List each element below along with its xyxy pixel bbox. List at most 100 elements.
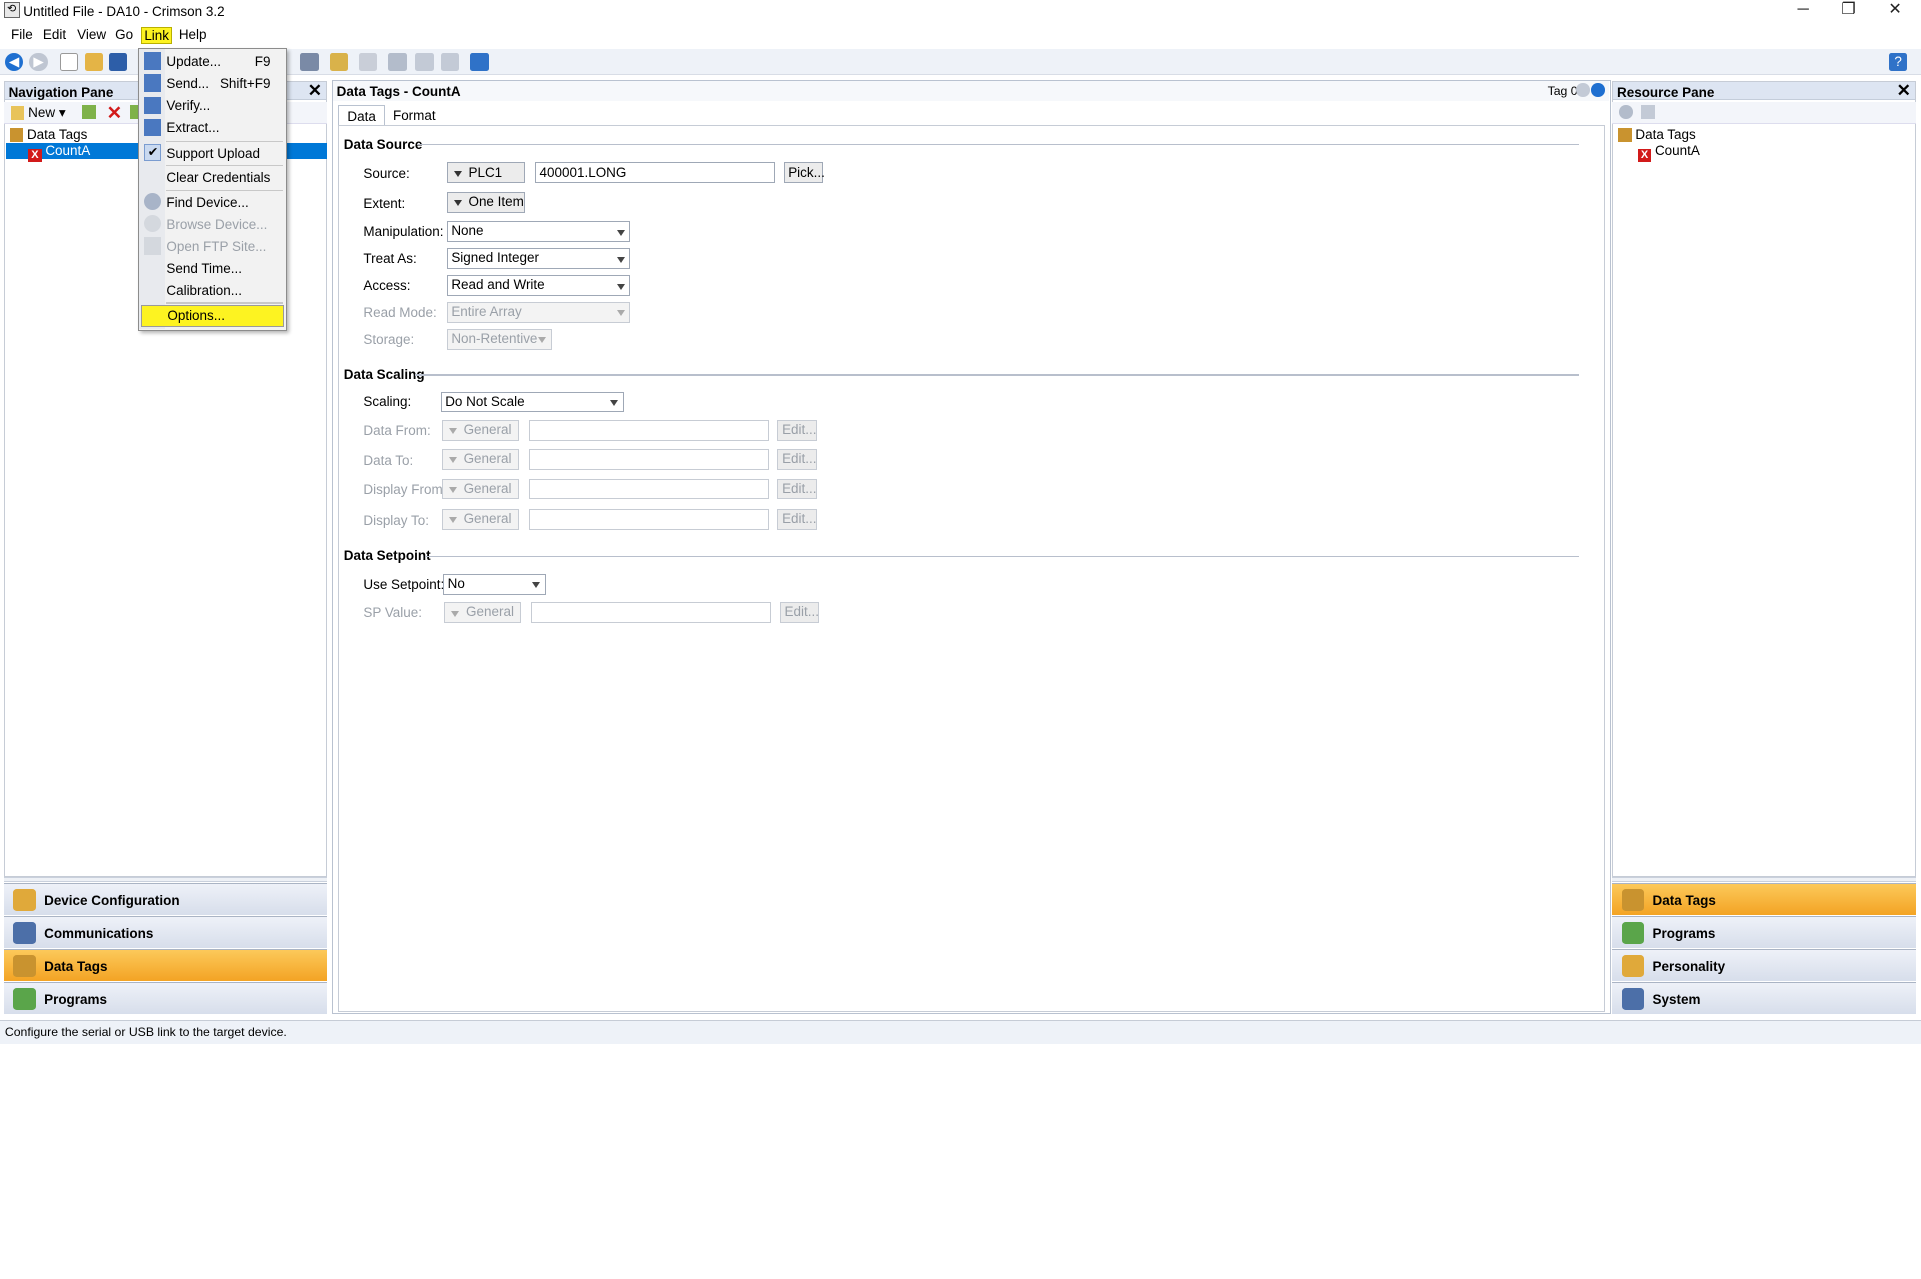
add-folder-icon[interactable]	[82, 105, 96, 119]
toolbar-find-icon[interactable]	[415, 52, 434, 72]
display-from-type-button[interactable]: General	[441, 478, 519, 500]
forward-icon[interactable]: ▶	[29, 52, 48, 72]
data-tab-panel: Data Source Source: PLC1 400001.LONG Pic…	[337, 124, 1605, 1012]
nav-category-communications[interactable]: Communications	[3, 916, 328, 949]
menu-go[interactable]: Go	[113, 27, 136, 42]
resource-tree-root[interactable]: Data Tags	[1618, 127, 1696, 142]
nav-category-programs[interactable]: Programs	[3, 982, 328, 1015]
section-divider	[414, 374, 1579, 376]
prev-tag-icon[interactable]	[1576, 83, 1590, 97]
save-icon[interactable]	[109, 52, 128, 72]
tab-data[interactable]: Data	[337, 105, 386, 125]
data-to-type-button[interactable]: General	[441, 449, 519, 470]
toolbar-device-icon[interactable]	[329, 52, 348, 72]
resource-category-label: Data Tags	[1652, 892, 1716, 908]
menu-item-update[interactable]: Update... F9	[139, 50, 285, 72]
display-to-type-button[interactable]: General	[441, 509, 519, 530]
back-icon[interactable]: ◀	[4, 52, 24, 72]
source-device-button[interactable]: PLC1	[446, 162, 526, 184]
treat-as-select[interactable]: Signed Integer	[446, 248, 631, 270]
nav-category-device-configuration[interactable]: Device Configuration	[3, 883, 328, 916]
access-select[interactable]: Read and Write	[446, 275, 631, 296]
resource-search-icon[interactable]	[1619, 105, 1633, 119]
menu-help[interactable]: Help	[176, 27, 209, 42]
menu-file[interactable]: File	[9, 27, 36, 42]
sp-value-type-button[interactable]: General	[444, 602, 522, 624]
open-folder-icon[interactable]	[84, 52, 103, 72]
manipulation-select[interactable]: None	[446, 221, 631, 243]
resource-category-programs[interactable]: Programs	[1612, 916, 1916, 949]
resource-tree-item-label: CountA	[1654, 143, 1700, 159]
storage-select[interactable]: Non-Retentive	[446, 329, 552, 350]
nav-category-label: Communications	[44, 925, 154, 941]
read-mode-select[interactable]: Entire Array	[446, 302, 631, 323]
data-from-field[interactable]	[528, 419, 769, 441]
menu-item-verify[interactable]: Verify...	[139, 94, 285, 116]
display-from-edit-button[interactable]: Edit...	[777, 478, 817, 500]
display-to-edit-button[interactable]: Edit...	[777, 509, 817, 530]
resource-category-data-tags[interactable]: Data Tags	[1612, 883, 1916, 916]
sp-value-field[interactable]	[531, 602, 772, 624]
menu-item-support-upload[interactable]: ✔ Support Upload	[139, 142, 285, 164]
nav-category-label: Data Tags	[44, 958, 108, 974]
data-from-type-button[interactable]: General	[441, 419, 519, 441]
menu-edit[interactable]: Edit	[40, 27, 68, 42]
use-setpoint-select[interactable]: No	[442, 574, 546, 595]
toolbar-search-icon[interactable]	[388, 52, 407, 72]
resource-category-personality[interactable]: Personality	[1612, 949, 1916, 982]
data-to-field[interactable]	[528, 449, 769, 470]
pick-button[interactable]: Pick...	[783, 162, 825, 184]
resource-splitter[interactable]	[1612, 877, 1916, 882]
new-item-button[interactable]: New ▾	[11, 105, 66, 121]
resource-filter-icon[interactable]	[1641, 105, 1655, 119]
next-tag-icon[interactable]	[1591, 83, 1605, 97]
tab-format[interactable]: Format	[384, 105, 444, 125]
menu-item-find-device[interactable]: Find Device...	[139, 191, 285, 213]
menu-item-clear-credentials[interactable]: Clear Credentials	[139, 166, 285, 188]
nav-tree-root[interactable]: Data Tags	[9, 127, 88, 143]
menu-item-send-time[interactable]: Send Time...	[139, 257, 285, 279]
menu-item-label: Update...	[166, 53, 222, 69]
nav-tree-root-label: Data Tags	[26, 127, 88, 143]
help-icon[interactable]: ?	[1888, 52, 1908, 72]
extent-button[interactable]: One Item	[446, 191, 526, 213]
access-label: Access:	[363, 277, 411, 293]
data-from-edit-button[interactable]: Edit...	[777, 419, 817, 441]
display-from-field[interactable]	[528, 478, 769, 500]
app-window: ⟲ Untitled File - DA10 - Crimson 3.2 ─ ❐…	[0, 0, 1921, 1044]
toolbar-replace-icon[interactable]	[441, 52, 460, 72]
resource-category-system[interactable]: System	[1612, 982, 1916, 1015]
delete-icon[interactable]: ✕	[107, 102, 122, 124]
menu-item-open-ftp-site[interactable]: Open FTP Site...	[139, 235, 285, 257]
tag-index: Tag 0	[1547, 84, 1578, 99]
scaling-select[interactable]: Do Not Scale	[440, 391, 625, 413]
source-address-field[interactable]: 400001.LONG	[534, 162, 775, 184]
menu-item-send[interactable]: Send... Shift+F9	[139, 72, 285, 94]
close-window-button[interactable]: ✕	[1872, 0, 1919, 22]
tag-index-label: Tag 0	[1548, 84, 1578, 98]
sp-value-edit-button[interactable]: Edit...	[779, 602, 820, 624]
data-to-edit-button[interactable]: Edit...	[777, 449, 817, 470]
menu-item-extract[interactable]: Extract...	[139, 116, 285, 138]
nav-splitter[interactable]	[3, 877, 328, 882]
new-file-icon[interactable]	[60, 52, 79, 72]
menu-item-label: Browse Device...	[166, 216, 268, 232]
menu-view[interactable]: View	[75, 27, 109, 42]
resource-tree-item-counta[interactable]: X CountA	[1637, 143, 1700, 163]
display-to-field[interactable]	[528, 509, 769, 530]
toolbar-tool-icon[interactable]	[300, 52, 319, 72]
menu-item-browse-device[interactable]: Browse Device...	[139, 213, 285, 235]
status-text: Configure the serial or USB link to the …	[4, 1025, 287, 1040]
menu-bar: File Edit View Go Link Help	[0, 23, 1921, 48]
minimize-button[interactable]: ─	[1780, 0, 1827, 22]
menu-item-calibration[interactable]: Calibration...	[139, 279, 285, 301]
toolbar-link-icon[interactable]	[470, 52, 489, 72]
menu-item-options[interactable]: Options...	[140, 304, 284, 327]
treat-as-label: Treat As:	[363, 250, 417, 266]
nav-category-data-tags[interactable]: Data Tags	[3, 949, 328, 982]
menu-link[interactable]: Link	[140, 26, 173, 44]
send-icon	[144, 74, 162, 92]
restore-button[interactable]: ❐	[1825, 0, 1872, 22]
toolbar-grid-icon[interactable]	[358, 52, 378, 72]
data-tags-icon	[9, 128, 24, 142]
